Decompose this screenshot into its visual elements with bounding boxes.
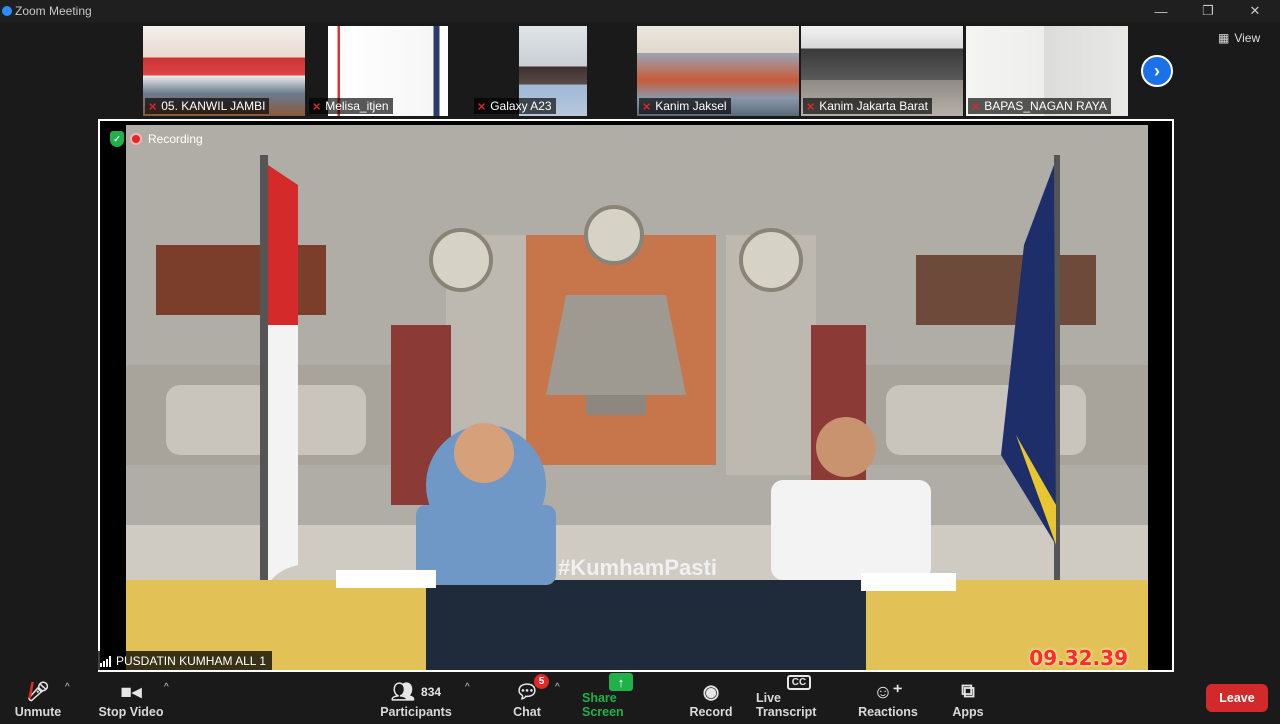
meeting-toolbar: 🎤︎ / Unmute ^ ■◂ Stop Video ^ 👥︎ 834 Parti… xyxy=(0,673,1280,724)
active-speaker-video[interactable]: #KumhamPasti 09.32.39 ✓ Recording xyxy=(98,119,1174,672)
gallery-strip: ⨯ 05. KANWIL JAMBI ⨯ Melisa_itjen ⨯ Galaxy … xyxy=(0,26,1280,116)
meeting-room-scene xyxy=(126,125,1148,670)
recording-indicator[interactable]: ✓ Recording xyxy=(110,131,203,147)
chat-options-caret-icon[interactable]: ^ xyxy=(555,682,560,693)
participant-label: ⨯ Kanim Jakarta Barat xyxy=(803,98,932,114)
participant-label: ⨯ Galaxy A23 xyxy=(474,98,556,114)
participant-label: ⨯ Kanim Jaksel xyxy=(639,98,731,114)
microphone-muted-icon: 🎤︎ / xyxy=(25,678,51,703)
record-dot-icon xyxy=(130,133,142,145)
minimize-button[interactable]: — xyxy=(1138,0,1184,22)
chat-button[interactable]: 💬︎ 5 Chat xyxy=(506,674,550,724)
view-button[interactable]: ▦ View xyxy=(1218,31,1260,45)
participant-tile[interactable]: ⨯ 05. KANWIL JAMBI xyxy=(143,26,305,116)
video-options-caret-icon[interactable]: ^ xyxy=(164,682,169,693)
participants-icon: 👥︎ 834 xyxy=(390,682,442,703)
mic-muted-icon: ⨯ xyxy=(642,100,652,113)
active-speaker-label: PUSDATIN KUMHAM ALL 1 xyxy=(98,651,273,670)
record-button[interactable]: ◉ Record xyxy=(686,674,736,724)
live-transcript-button[interactable]: CC Live Transcript xyxy=(756,674,842,724)
chat-unread-badge: 5 xyxy=(534,674,550,689)
participant-tile[interactable]: ⨯ Kanim Jaksel xyxy=(637,26,799,116)
closed-caption-icon: CC xyxy=(786,674,812,691)
participant-tile[interactable]: ⨯ Melisa_itjen xyxy=(307,26,469,116)
mic-muted-icon: ⨯ xyxy=(806,100,816,113)
mic-muted-icon: ⨯ xyxy=(148,100,158,113)
zoom-logo-icon xyxy=(2,6,12,16)
apps-icon: ⧉ xyxy=(961,681,975,702)
banner-hashtag: #KumhamPasti xyxy=(558,555,717,580)
participant-tile[interactable]: ⨯ Kanim Jakarta Barat xyxy=(801,26,963,116)
next-page-button[interactable]: › xyxy=(1141,55,1173,87)
chevron-right-icon: › xyxy=(1154,60,1160,81)
chat-icon: 💬︎ 5 xyxy=(515,674,550,705)
mic-muted-icon: ⨯ xyxy=(477,100,487,113)
share-screen-icon: ↑ xyxy=(609,673,633,691)
participant-tile[interactable]: ⨯ BAPAS_NAGAN RAYA xyxy=(966,26,1128,116)
grid-icon: ▦ xyxy=(1218,31,1230,45)
share-screen-button[interactable]: ↑ Share Screen xyxy=(582,673,660,724)
window-title: Zoom Meeting xyxy=(15,4,92,18)
participants-options-caret-icon[interactable]: ^ xyxy=(465,682,470,693)
participant-label: ⨯ 05. KANWIL JAMBI xyxy=(145,98,270,114)
record-icon: ◉ xyxy=(702,681,720,703)
unmute-button[interactable]: 🎤︎ / Unmute xyxy=(8,674,68,724)
restore-button[interactable]: ❐ xyxy=(1185,0,1231,22)
leave-button[interactable]: Leave xyxy=(1206,684,1268,712)
stop-video-button[interactable]: ■◂ Stop Video xyxy=(92,674,170,724)
smiley-add-icon: ☺︎⁺ xyxy=(873,681,903,703)
mic-muted-icon: ⨯ xyxy=(312,100,322,113)
mic-muted-icon: ⨯ xyxy=(971,100,981,113)
participant-label: ⨯ BAPAS_NAGAN RAYA xyxy=(968,98,1111,114)
title-bar: Zoom Meeting — ❐ ✕ xyxy=(0,0,1280,22)
encryption-shield-icon: ✓ xyxy=(110,131,124,147)
apps-button[interactable]: ⧉ Apps xyxy=(944,674,992,724)
audio-options-caret-icon[interactable]: ^ xyxy=(65,682,70,693)
video-camera-icon: ■◂ xyxy=(120,681,142,703)
video-timestamp: 09.32.39 xyxy=(1029,646,1128,670)
participant-label: ⨯ Melisa_itjen xyxy=(309,98,393,114)
participants-button[interactable]: 👥︎ 834 Participants xyxy=(378,674,454,724)
video-feed: #KumhamPasti 09.32.39 xyxy=(126,125,1148,670)
reactions-button[interactable]: ☺︎⁺ Reactions xyxy=(856,674,920,724)
close-button[interactable]: ✕ xyxy=(1232,0,1278,22)
participant-tile[interactable]: ⨯ Galaxy A23 xyxy=(472,26,634,116)
signal-strength-icon xyxy=(100,655,111,667)
